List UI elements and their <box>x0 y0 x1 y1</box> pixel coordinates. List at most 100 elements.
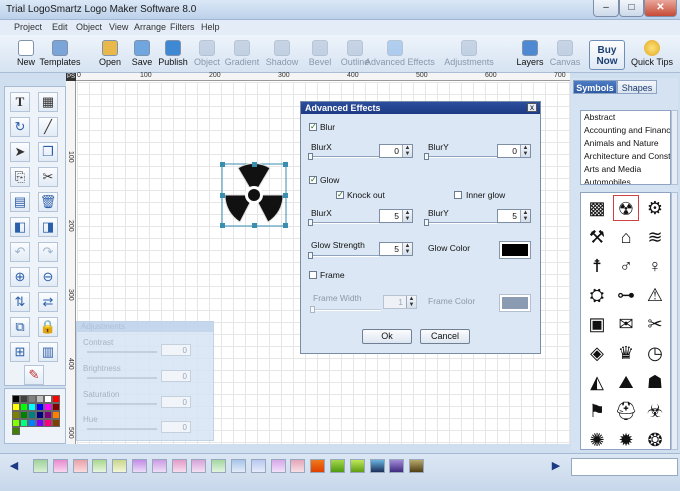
building-symbol-icon[interactable]: ⌂ <box>613 224 639 250</box>
copy-icon[interactable]: ⎘ <box>10 167 30 187</box>
starburst-symbol-icon[interactable]: ✹ <box>613 427 639 449</box>
menu-filters[interactable]: Filters <box>170 22 195 32</box>
category-item[interactable]: Animals and Nature <box>581 137 670 150</box>
text-tool-icon[interactable]: T <box>10 92 30 112</box>
blur-checkbox[interactable]: ✓ <box>309 123 317 131</box>
category-item[interactable]: Architecture and Construction <box>581 150 670 163</box>
picture-symbol-icon[interactable]: ◭ <box>584 369 610 395</box>
resize-handle[interactable] <box>283 162 288 167</box>
toolbar-canvas-button[interactable]: Canvas <box>545 38 585 72</box>
cut-icon[interactable]: ✂ <box>38 167 58 187</box>
line-tool-icon[interactable]: ╱ <box>38 117 58 137</box>
spinner-arrows-icon[interactable]: ▲ ▼ <box>520 210 530 222</box>
blury-slider[interactable] <box>425 156 497 158</box>
distribute-icon[interactable]: ▥ <box>38 342 58 362</box>
scroll-left-icon[interactable]: ◀ <box>9 458 19 474</box>
redo-icon[interactable]: ↷ <box>38 242 58 262</box>
frame-width-spinner[interactable]: 1 ▲ ▼ <box>383 295 417 309</box>
color-swatch[interactable] <box>12 395 20 403</box>
saturation-slider[interactable] <box>87 403 157 405</box>
menu-object[interactable]: Object <box>76 22 102 32</box>
machine-symbol-icon[interactable]: ⛭ <box>584 282 610 308</box>
clock-symbol-icon[interactable]: ◷ <box>642 340 668 366</box>
category-item[interactable]: Accounting and Finance <box>581 124 670 137</box>
helmet-symbol-icon[interactable]: ⛑ <box>613 398 639 424</box>
gradient-swatch[interactable] <box>389 459 405 473</box>
sunburst-symbol-icon[interactable]: ✺ <box>584 427 610 449</box>
gradient-swatch[interactable] <box>72 459 88 473</box>
resize-handle[interactable] <box>220 223 225 228</box>
gradient-swatch[interactable] <box>349 459 365 473</box>
glow-color-swatch[interactable] <box>499 241 531 259</box>
symbol-scrollbar[interactable] <box>671 192 678 450</box>
color-swatch[interactable] <box>36 395 44 403</box>
color-swatch[interactable] <box>20 395 28 403</box>
color-swatch[interactable] <box>36 419 44 427</box>
resize-handle[interactable] <box>283 193 288 198</box>
resize-handle[interactable] <box>283 223 288 228</box>
dialog-close-button[interactable]: x <box>527 103 537 112</box>
color-swatch[interactable] <box>52 411 60 419</box>
glow-blurx-slider[interactable] <box>309 222 379 224</box>
ok-button[interactable]: Ok <box>362 329 412 344</box>
radiation-symbol-icon[interactable]: ☢ <box>613 195 639 221</box>
color-swatch[interactable] <box>28 419 36 427</box>
color-swatch[interactable] <box>44 419 52 427</box>
gradient-swatch[interactable] <box>191 459 207 473</box>
color-swatch[interactable] <box>20 411 28 419</box>
frame-symbol-icon[interactable]: ▣ <box>584 311 610 337</box>
inner-glow-checkbox[interactable] <box>454 191 462 199</box>
gradient-swatch[interactable] <box>290 459 306 473</box>
tab-symbols[interactable]: Symbols <box>573 80 617 94</box>
stack-symbol-icon[interactable]: ≋ <box>642 224 668 250</box>
glow-blury-slider[interactable] <box>425 222 497 224</box>
gear-symbol-icon[interactable]: ⚙ <box>642 195 668 221</box>
contrast-slider[interactable] <box>87 351 157 353</box>
person-symbol-icon[interactable]: ☨ <box>584 253 610 279</box>
align-icon[interactable]: ⊞ <box>10 342 30 362</box>
brightness-slider[interactable] <box>87 377 157 379</box>
flip-horizontal-icon[interactable]: ⇄ <box>38 292 58 312</box>
eyedropper-icon[interactable]: ✎ <box>24 365 44 385</box>
color-swatch[interactable] <box>28 411 36 419</box>
quick-tips-button[interactable]: Quick Tips <box>631 38 673 72</box>
gradient-swatch[interactable] <box>92 459 108 473</box>
glow-blurx-slider-thumb[interactable] <box>308 219 313 226</box>
knockout-checkbox[interactable]: ✓ <box>336 191 344 199</box>
delete-icon[interactable]: 🗑 <box>38 192 58 212</box>
resize-handle[interactable] <box>252 223 257 228</box>
blurx-slider[interactable] <box>309 156 379 158</box>
frame-color-swatch[interactable] <box>499 294 531 312</box>
close-window-button[interactable]: ✕ <box>644 0 677 17</box>
brightness-value[interactable]: 0 <box>161 370 191 382</box>
spinner-arrows-icon[interactable]: ▲ ▼ <box>520 145 530 157</box>
color-swatch[interactable] <box>12 403 20 411</box>
spinner-arrows-icon[interactable]: ▲ ▼ <box>402 210 412 222</box>
glow-strength-slider[interactable] <box>309 255 379 257</box>
gradient-swatch[interactable] <box>310 459 326 473</box>
diamond-symbol-icon[interactable]: ◈ <box>584 340 610 366</box>
gradient-swatch[interactable] <box>369 459 385 473</box>
image-tool-icon[interactable]: ▦ <box>38 92 58 112</box>
category-item[interactable]: Abstract <box>581 111 670 124</box>
group-icon[interactable]: ⧉ <box>10 317 30 337</box>
glow-checkbox[interactable]: ✓ <box>309 176 317 184</box>
color-swatch[interactable] <box>20 403 28 411</box>
mail-symbol-icon[interactable]: ✉ <box>613 311 639 337</box>
menu-view[interactable]: View <box>109 22 128 32</box>
wire-symbol-icon[interactable]: ⊶ <box>613 282 639 308</box>
saturation-value[interactable]: 0 <box>161 396 191 408</box>
toolbar-advanced-effects-button[interactable]: Advanced Effects <box>365 38 435 72</box>
female-symbol-icon[interactable]: ♀ <box>642 253 668 279</box>
gradient-swatch[interactable] <box>409 459 425 473</box>
cancel-button[interactable]: Cancel <box>420 329 470 344</box>
color-swatch[interactable] <box>20 419 28 427</box>
gradient-swatch[interactable] <box>112 459 128 473</box>
resize-handle[interactable] <box>220 193 225 198</box>
menu-edit[interactable]: Edit <box>52 22 68 32</box>
minimize-button[interactable]: – <box>593 0 619 17</box>
gradient-swatch[interactable] <box>211 459 227 473</box>
contrast-value[interactable]: 0 <box>161 344 191 356</box>
paste-icon[interactable]: ▤ <box>10 192 30 212</box>
warning-sign-icon[interactable]: ⚠ <box>642 282 668 308</box>
